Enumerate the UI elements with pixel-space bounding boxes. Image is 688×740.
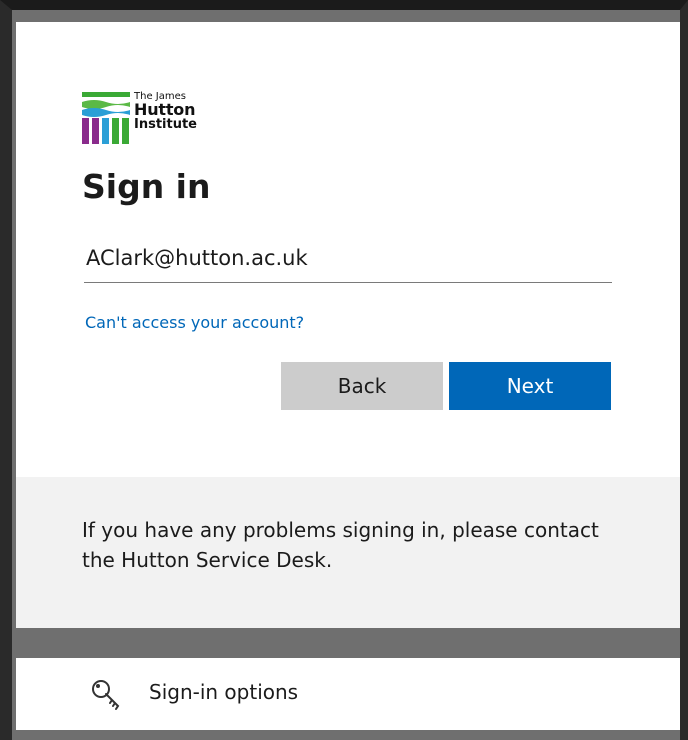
organization-logo: The James Hutton Institute	[82, 90, 222, 146]
key-icon	[92, 680, 120, 710]
logo-text: The James Hutton Institute	[134, 92, 198, 132]
back-button[interactable]: Back	[281, 362, 443, 410]
page-title: Sign in	[82, 167, 211, 206]
help-text: If you have any problems signing in, ple…	[82, 518, 599, 572]
logo-line-2: Hutton	[134, 100, 196, 119]
next-button[interactable]: Next	[449, 362, 611, 410]
hutton-logo-icon	[82, 92, 130, 144]
sign-in-options-label: Sign-in options	[149, 680, 299, 704]
sign-in-card: The James Hutton Institute Sign in Can't…	[16, 22, 680, 628]
cant-access-account-link[interactable]: Can't access your account?	[85, 313, 304, 332]
email-input[interactable]	[84, 234, 612, 283]
logo-line-3: Institute	[134, 117, 198, 132]
sign-in-options-button[interactable]: Sign-in options	[16, 658, 680, 730]
help-footer: If you have any problems signing in, ple…	[16, 477, 680, 628]
